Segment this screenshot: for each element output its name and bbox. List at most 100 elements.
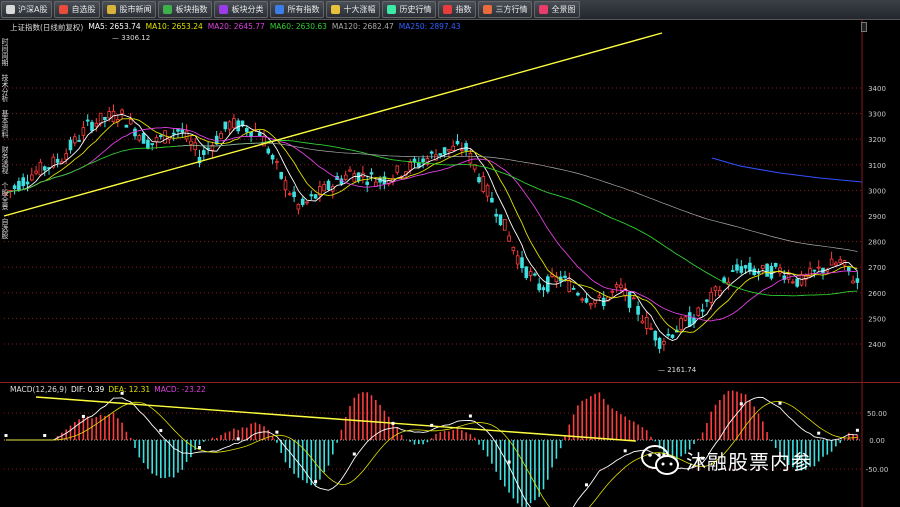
candle: [451, 145, 455, 151]
candlestick-chart[interactable]: 3400 3300 3200 3100 3000 2900 2800 2700 2600 2500…: [0, 20, 900, 382]
price-legend: 上证指数(日线前复权) MA5: 2653.74 MA10: 2653.24 MA2…: [10, 22, 461, 33]
candle: [158, 135, 163, 138]
toolbar-button-label: 板块指数: [175, 5, 208, 14]
candle: [494, 213, 498, 217]
candle: [201, 150, 206, 155]
candle: [502, 219, 507, 231]
candle: [761, 264, 765, 269]
toolbar-button-label: 三方行情: [495, 5, 528, 14]
price-axis-label: 2600: [868, 290, 886, 298]
macd-signal-dot: [314, 480, 318, 484]
toolbar-button-8[interactable]: 指数: [438, 1, 477, 18]
toolbar-button-5[interactable]: 所有指数: [270, 1, 325, 18]
candle: [464, 143, 468, 151]
toolbar-button-9[interactable]: 三方行情: [478, 1, 533, 18]
toolbar-button-10[interactable]: 全景图: [534, 1, 581, 18]
candle: [520, 257, 524, 269]
price-chart-panel[interactable]: 3400 3300 3200 3100 3000 2900 2800 2700 2600 2500…: [0, 20, 900, 382]
macd-signal-dot: [43, 434, 47, 437]
candle: [227, 121, 232, 130]
candle: [438, 153, 443, 156]
candle: [219, 132, 223, 139]
toolbar-button-3[interactable]: 板块指数: [158, 1, 213, 18]
candle: [309, 194, 314, 197]
candle: [524, 266, 529, 278]
candle: [232, 118, 236, 129]
candle: [541, 287, 546, 291]
price-axis-label: 2900: [868, 213, 886, 221]
side-tab-3[interactable]: 财务透视: [0, 144, 10, 176]
toolbar-button-label: 板块分类: [231, 5, 264, 14]
candle: [343, 174, 348, 180]
candle: [795, 278, 799, 287]
toolbar-button-0[interactable]: 沪深A股: [1, 1, 53, 18]
side-tab-4[interactable]: 个股全景: [0, 180, 10, 212]
candle: [29, 174, 34, 181]
candle: [847, 266, 851, 272]
toolbar-icon-1: [59, 5, 69, 14]
price-axis-label: 2800: [868, 239, 886, 247]
candle: [25, 181, 30, 185]
candle: [369, 172, 374, 175]
candle: [90, 121, 94, 131]
candle: [834, 262, 838, 266]
candle: [184, 130, 189, 140]
candle: [279, 171, 283, 179]
candle: [459, 148, 464, 151]
candle: [352, 173, 357, 182]
candle: [705, 299, 709, 302]
panel-expand-button[interactable]: [861, 22, 867, 32]
candle: [21, 177, 25, 187]
toolbar-button-7[interactable]: 历史行情: [382, 1, 437, 18]
side-tab-5[interactable]: 自选股: [0, 216, 10, 241]
toolbar-icon-2: [107, 5, 117, 14]
toolbar-icon-6: [331, 5, 341, 14]
candle: [679, 318, 683, 330]
macd-legend-item: DIF: 0.39: [70, 385, 105, 394]
price-legend-item: MA5: 2653.74: [88, 22, 141, 31]
candle: [150, 143, 155, 145]
candle: [838, 259, 842, 264]
side-tab-0[interactable]: 时间周期: [0, 36, 10, 68]
toolbar-button-2[interactable]: 股市新闻: [102, 1, 157, 18]
candle: [735, 264, 739, 271]
candle: [257, 132, 262, 137]
price-axis-label: 2400: [868, 341, 886, 349]
macd-signal-dot: [623, 449, 627, 453]
price-legend-item: MA250: 2897.43: [398, 22, 461, 31]
candle: [12, 185, 17, 189]
candle: [515, 255, 520, 265]
candle: [739, 266, 744, 273]
side-tab-1[interactable]: 技术分析: [0, 72, 10, 104]
macd-legend-item: MACD: -23.22: [154, 385, 206, 394]
price-legend-item: MA20: 2645.77: [207, 22, 265, 31]
candle: [73, 136, 77, 144]
candle: [610, 290, 615, 293]
candle: [580, 298, 584, 301]
candle: [567, 279, 572, 292]
candle: [490, 197, 494, 203]
candle: [17, 180, 21, 191]
toolbar-icon-0: [6, 5, 15, 14]
candle: [481, 176, 486, 192]
macd-legend-item: DEA: 12.31: [108, 385, 151, 394]
candle: [287, 193, 292, 196]
candle: [447, 149, 451, 152]
candle: [614, 284, 619, 288]
toolbar-icon-9: [483, 5, 493, 14]
candle: [42, 166, 47, 171]
candle: [98, 112, 103, 125]
candle: [163, 130, 167, 144]
side-tab-2[interactable]: 基本资料: [0, 108, 10, 140]
macd-legend: MACD(12,26,9) DIF: 0.39 DEA: 12.31 MACD: -…: [10, 385, 206, 394]
toolbar-button-1[interactable]: 自选股: [54, 1, 101, 18]
candle: [743, 265, 748, 269]
toolbar-button-4[interactable]: 板块分类: [214, 1, 269, 18]
candle: [171, 132, 176, 135]
ma250-line: [711, 157, 863, 183]
side-tabs: 时间周期技术分析基本资料财务透视个股全景自选股: [0, 36, 10, 241]
price-legend-item: MA60: 2630.63: [269, 22, 327, 31]
candle: [632, 297, 636, 300]
toolbar-button-6[interactable]: 十大涨幅: [326, 1, 381, 18]
candle: [270, 154, 275, 160]
